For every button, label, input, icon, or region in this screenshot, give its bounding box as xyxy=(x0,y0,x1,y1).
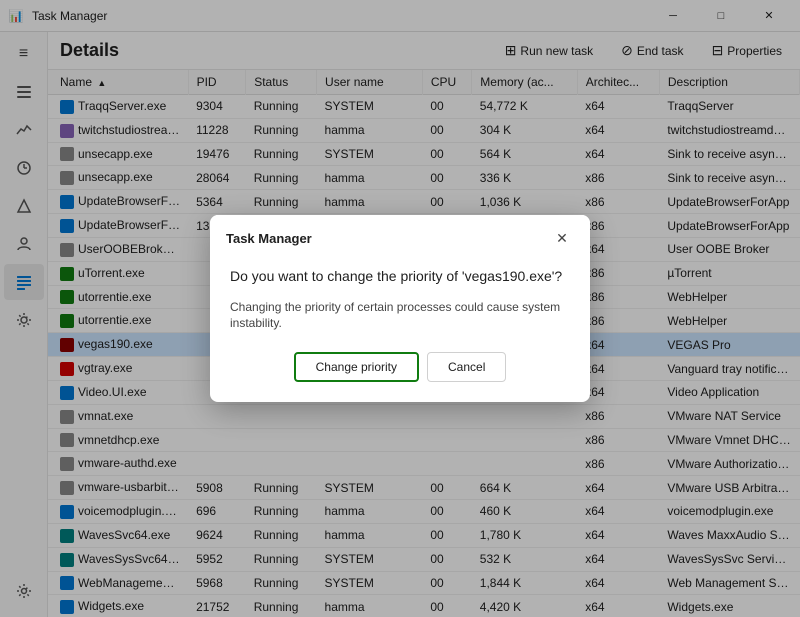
change-priority-button[interactable]: Change priority xyxy=(294,352,419,382)
dialog-title-bar: Task Manager ✕ xyxy=(210,215,590,251)
change-priority-dialog: Task Manager ✕ Do you want to change the… xyxy=(210,215,590,402)
dialog-body: Do you want to change the priority of 'v… xyxy=(210,251,590,402)
dialog-sub-text: Changing the priority of certain process… xyxy=(230,299,570,333)
dialog-close-button[interactable]: ✕ xyxy=(550,227,574,251)
dialog-buttons: Change priority Cancel xyxy=(230,352,570,386)
dialog-title: Task Manager xyxy=(226,231,312,246)
dialog-main-text: Do you want to change the priority of 'v… xyxy=(230,267,570,287)
cancel-button[interactable]: Cancel xyxy=(427,352,506,382)
modal-overlay: Task Manager ✕ Do you want to change the… xyxy=(0,0,800,617)
